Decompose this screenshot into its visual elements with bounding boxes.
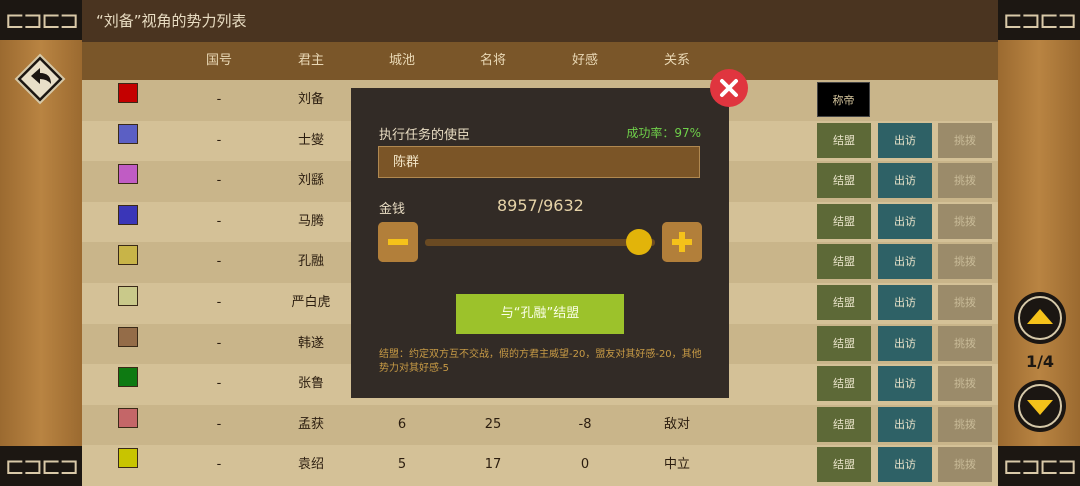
ally-button[interactable]: 结盟	[817, 203, 871, 239]
col-header-generals: 名将	[479, 53, 507, 68]
ally-button[interactable]: 结盟	[817, 325, 871, 361]
money-label: 金钱	[379, 202, 406, 217]
ally-button[interactable]: 结盟	[817, 406, 871, 442]
lord-name: 士燮	[297, 132, 325, 148]
lord-name: 刘备	[297, 92, 325, 107]
table-row: - 孟获 6 25 -8 敌对 结盟 出访 挑拨	[82, 404, 998, 446]
relation-status: 敌对	[663, 416, 691, 432]
faction-color-swatch	[118, 83, 138, 103]
faction-color-swatch	[118, 123, 138, 144]
lord-name: 张鲁	[297, 376, 325, 392]
generals-count: 25	[484, 416, 502, 432]
column-headers: 国号 君主 城池 名将 好感 关系	[82, 42, 998, 80]
state-name: -	[216, 295, 222, 310]
state-name: -	[216, 376, 222, 392]
visit-button[interactable]: 出访	[878, 285, 932, 320]
page-indicator: 1/4	[1025, 352, 1055, 371]
ally-button[interactable]: 结盟	[817, 366, 871, 402]
state-name: -	[216, 457, 222, 473]
visit-button[interactable]: 出访	[878, 366, 932, 402]
visit-button[interactable]: 出访	[878, 244, 932, 280]
arrow-down-icon[interactable]	[1013, 379, 1067, 433]
faction-color-swatch	[118, 367, 138, 388]
provoke-button[interactable]: 挑拨	[938, 285, 992, 320]
envoy-dialog: 执行任务的使臣 成功率：97% 陈群 金钱 8957/9632 与“孔融”结盟 …	[351, 88, 729, 398]
ally-confirm-button[interactable]: 与“孔融”结盟	[456, 294, 624, 334]
provoke-button[interactable]: 挑拨	[938, 163, 992, 199]
provoke-button[interactable]: 挑拨	[938, 325, 992, 361]
greek-pattern-bottom-left: ⊏⊐⊏⊐	[0, 446, 82, 486]
col-header-lord: 君主	[297, 53, 325, 68]
ally-button[interactable]: 结盟	[817, 122, 871, 158]
state-name: -	[216, 254, 222, 270]
close-icon[interactable]	[709, 68, 749, 108]
money-slider-track[interactable]	[425, 239, 655, 246]
visit-button[interactable]: 出访	[878, 163, 932, 199]
favor-value: 0	[580, 457, 590, 473]
state-name: -	[216, 132, 222, 148]
back-arrow-icon[interactable]	[14, 53, 66, 105]
arrow-up-icon[interactable]	[1013, 291, 1067, 345]
lord-name: 严白虎	[291, 295, 331, 310]
cities-count: 5	[397, 457, 407, 473]
favor-value: -8	[578, 416, 592, 432]
cities-count: 6	[397, 416, 407, 432]
visit-button[interactable]: 出访	[878, 203, 932, 239]
lord-name: 袁绍	[297, 457, 325, 473]
table-row: - 袁绍 5 17 0 中立 结盟 出访 挑拨	[82, 445, 998, 486]
lord-name: 韩遂	[297, 335, 325, 351]
lord-name: 孔融	[297, 254, 325, 270]
greek-pattern-top-left: ⊏⊐⊏⊐	[0, 0, 82, 40]
proclaim-emperor-button[interactable]: 称帝	[817, 82, 870, 117]
provoke-button[interactable]: 挑拨	[938, 122, 992, 158]
minus-icon[interactable]	[378, 222, 418, 262]
faction-color-swatch	[118, 448, 138, 469]
state-name: -	[216, 173, 222, 189]
envoy-select[interactable]: 陈群	[378, 146, 700, 178]
ally-button[interactable]: 结盟	[817, 285, 871, 320]
visit-button[interactable]: 出访	[878, 325, 932, 361]
ally-button[interactable]: 结盟	[817, 447, 871, 483]
relation-status: 中立	[663, 457, 691, 473]
lord-name: 马腾	[297, 213, 325, 229]
visit-button[interactable]: 出访	[878, 406, 932, 442]
greek-pattern-top-right: ⊏⊐⊏⊐	[998, 0, 1080, 40]
ally-button[interactable]: 结盟	[817, 163, 871, 199]
action-description: 结盟：约定双方互不交战，假的方君主威望-20，盟友对其好感-20，其他势力对其好…	[379, 349, 702, 374]
ally-button[interactable]: 结盟	[817, 244, 871, 280]
col-header-state: 国号	[205, 53, 233, 68]
faction-color-swatch	[118, 286, 138, 306]
visit-button[interactable]: 出访	[878, 447, 932, 483]
state-name: -	[216, 335, 222, 351]
provoke-button[interactable]: 挑拨	[938, 203, 992, 239]
faction-color-swatch	[118, 407, 138, 428]
faction-color-swatch	[118, 326, 138, 347]
provoke-button[interactable]: 挑拨	[938, 447, 992, 483]
state-name: -	[216, 92, 222, 107]
state-name: -	[216, 416, 222, 432]
col-header-cities: 城池	[388, 53, 416, 68]
state-name: -	[216, 213, 222, 229]
provoke-button[interactable]: 挑拨	[938, 244, 992, 280]
greek-pattern-bottom-right: ⊏⊐⊏⊐	[998, 446, 1080, 486]
col-header-favor: 好感	[571, 53, 599, 68]
money-value: 8957/9632	[497, 196, 584, 215]
envoy-label: 执行任务的使臣	[379, 128, 471, 143]
faction-color-swatch	[118, 245, 138, 266]
page-title: “刘备”视角的势力列表	[82, 0, 998, 42]
faction-color-swatch	[118, 164, 138, 185]
lord-name: 刘繇	[297, 173, 325, 189]
visit-button[interactable]: 出访	[878, 122, 932, 158]
faction-color-swatch	[118, 204, 138, 225]
success-rate: 成功率：97%	[626, 126, 701, 140]
lord-name: 孟获	[297, 416, 325, 432]
provoke-button[interactable]: 挑拨	[938, 366, 992, 402]
provoke-button[interactable]: 挑拨	[938, 406, 992, 442]
col-header-relation: 关系	[663, 53, 691, 68]
money-slider-handle[interactable]	[625, 229, 652, 255]
plus-icon[interactable]	[662, 222, 702, 262]
generals-count: 17	[484, 457, 502, 473]
